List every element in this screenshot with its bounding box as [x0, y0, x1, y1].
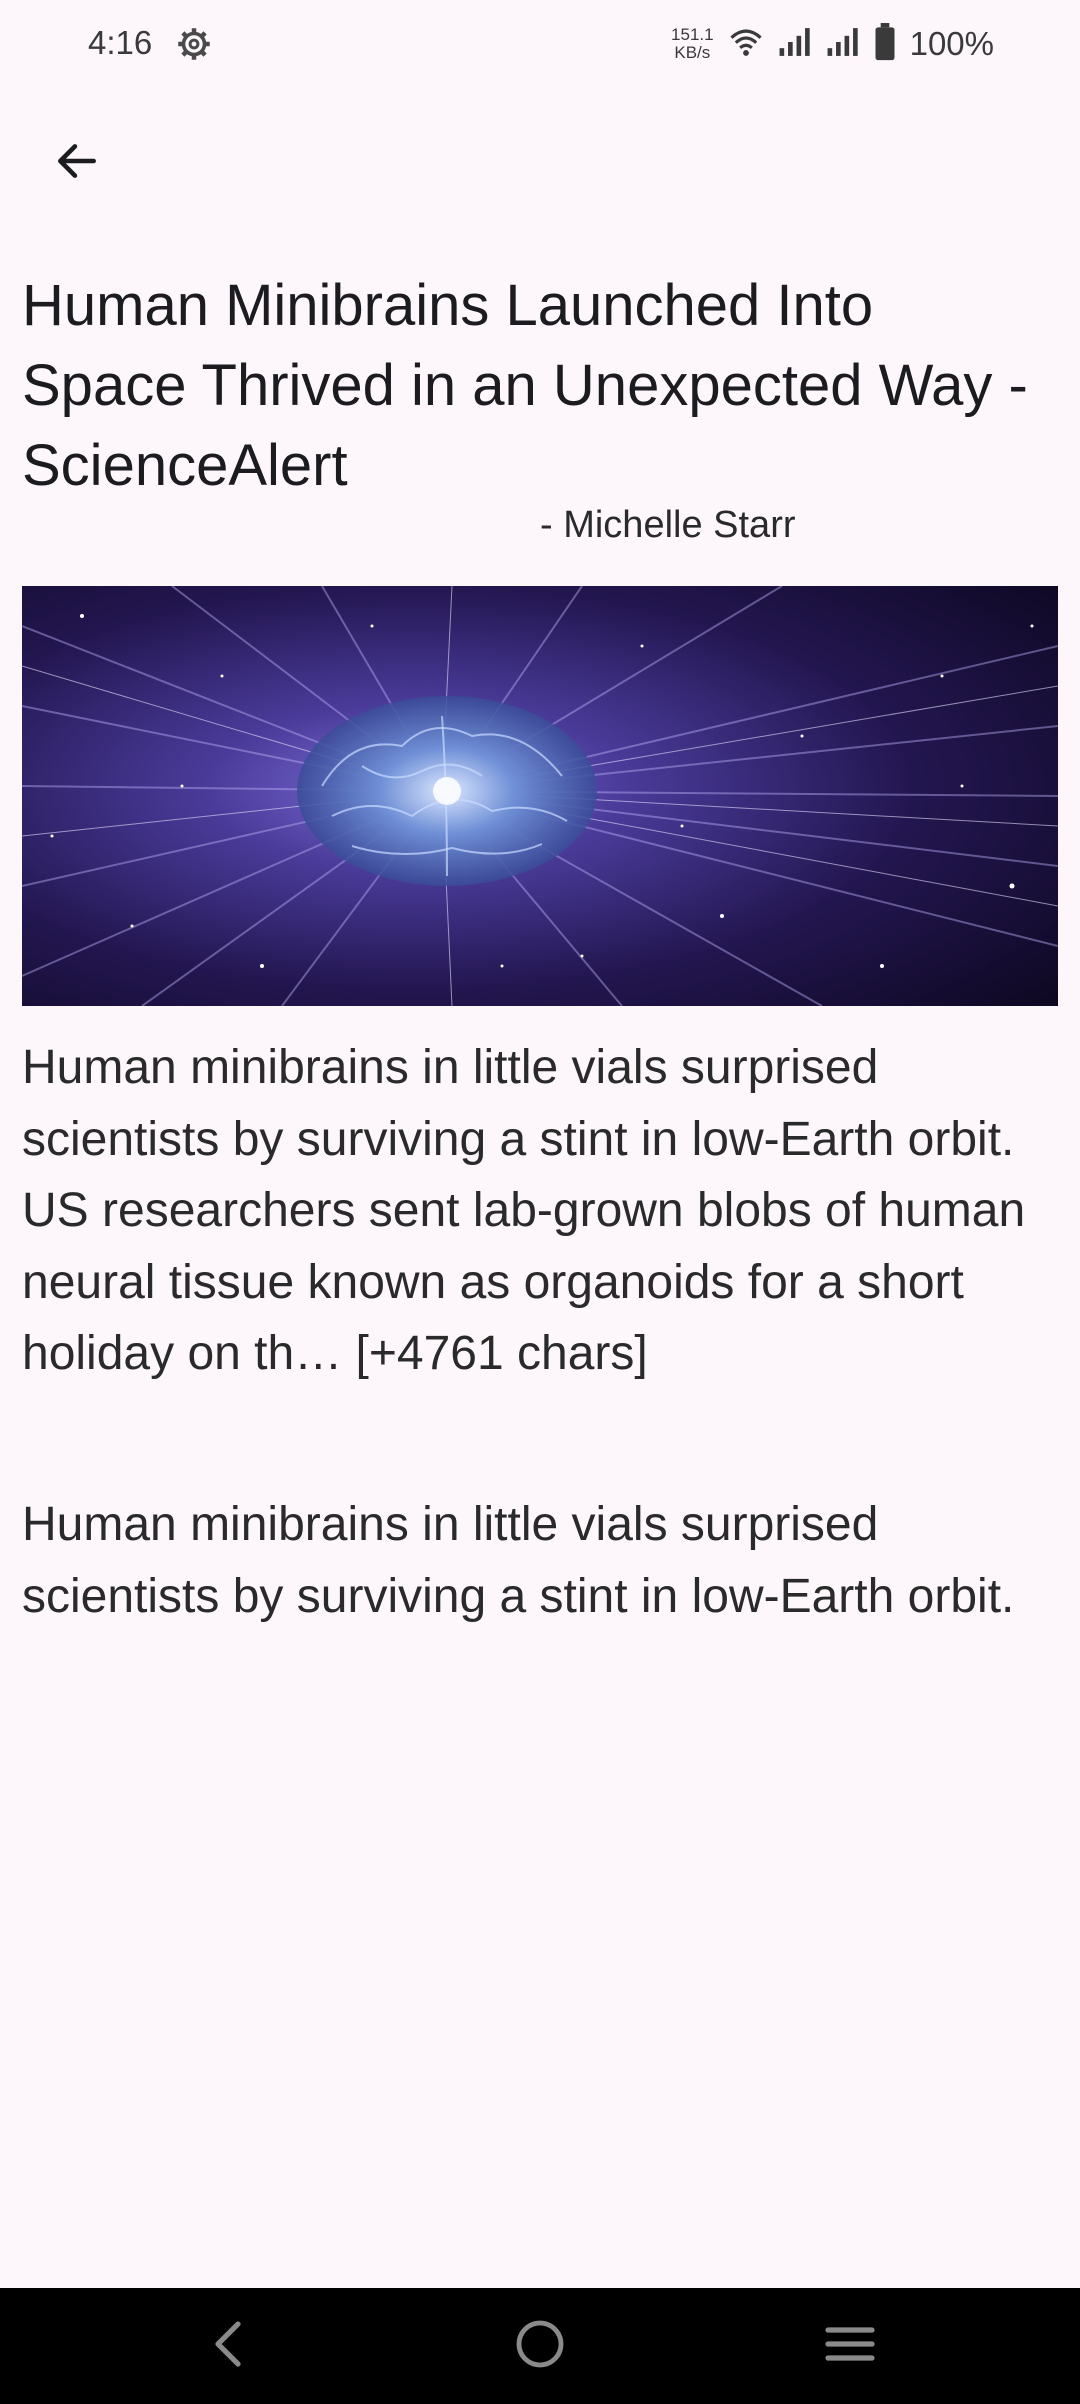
status-time: 4:16	[88, 24, 153, 61]
article-content: Human minibrains in little vials surpris…	[22, 1041, 1026, 1380]
settings-gear-icon	[176, 26, 212, 62]
article-author: - Michelle Starr	[540, 504, 796, 546]
wifi-icon	[728, 26, 764, 63]
nav-back-button[interactable]	[192, 2310, 264, 2382]
status-bar: 4:16 151.1 KB/s 100%	[0, 0, 1080, 90]
nav-back-icon	[206, 2318, 250, 2375]
back-button[interactable]	[44, 130, 110, 196]
home-button[interactable]	[504, 2310, 576, 2382]
article-image	[22, 586, 1058, 1006]
recents-button[interactable]	[814, 2310, 886, 2382]
home-icon	[514, 2318, 566, 2375]
status-indicators: 151.1 KB/s 100%	[671, 22, 994, 66]
article-description: Human minibrains in little vials surpris…	[22, 1498, 1015, 1623]
network-speed-unit: KB/s	[674, 43, 711, 62]
network-speed-value: 151.1	[671, 25, 714, 44]
signal-icon	[826, 26, 860, 63]
article-title: Human Minibrains Launched Into Space Thr…	[22, 273, 1028, 498]
battery-percentage: 100%	[909, 25, 994, 62]
navigation-bar	[0, 2288, 1080, 2404]
network-speed: 151.1 KB/s	[671, 26, 714, 62]
recents-menu-icon	[824, 2322, 876, 2371]
signal-icon	[778, 26, 812, 63]
battery-icon	[874, 22, 896, 66]
arrow-back-icon	[52, 136, 102, 191]
